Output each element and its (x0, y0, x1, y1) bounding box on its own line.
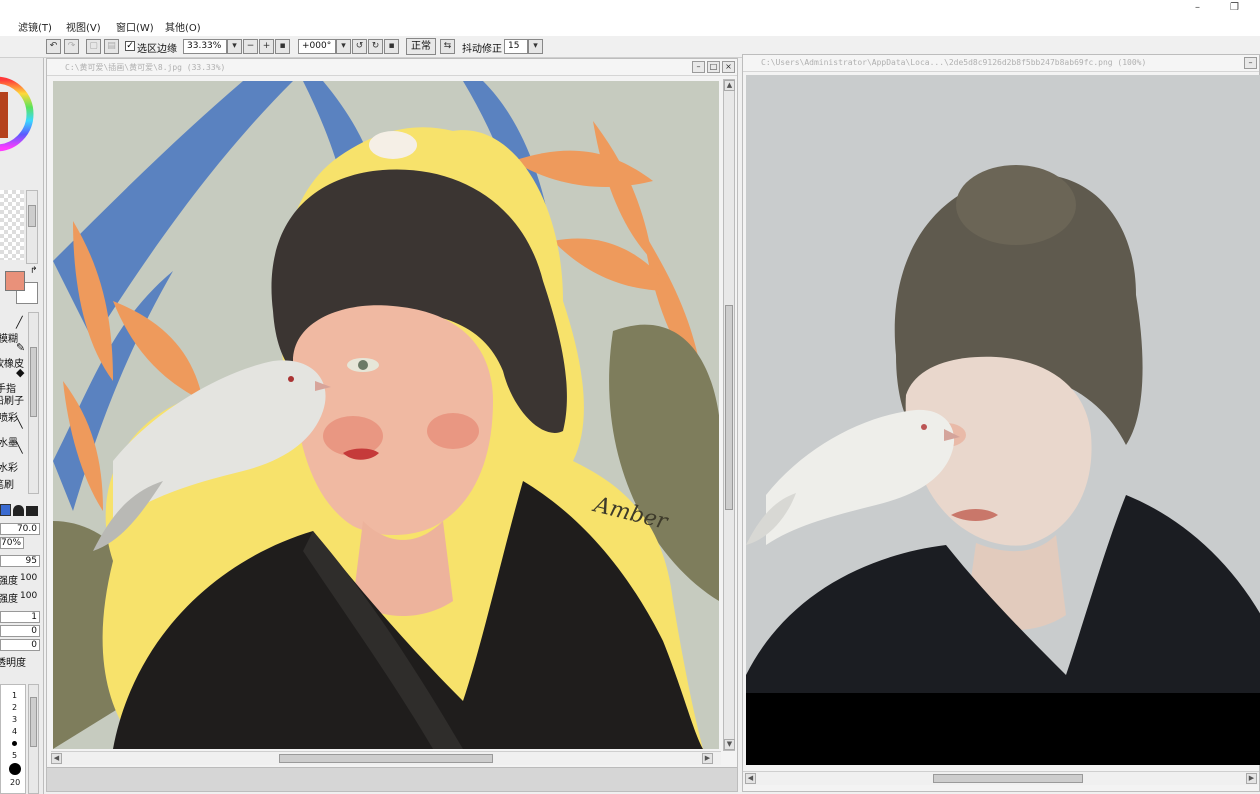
reference-horizontal-scrollbar[interactable]: ◀ ▶ (743, 771, 1259, 785)
doc-minimize-icon[interactable]: – (692, 61, 705, 73)
rotate-left-icon[interactable]: ↺ (352, 39, 367, 54)
rotate-right-icon[interactable]: ↻ (368, 39, 383, 54)
brush-size-picker[interactable]: 1 2 3 4 5 20 (0, 684, 26, 794)
color-wheel[interactable] (0, 62, 36, 162)
strength-value-2[interactable]: 100 (20, 591, 37, 601)
restore-button[interactable]: ❐ (1230, 2, 1239, 13)
stabilizer-field[interactable]: 15 (504, 39, 528, 54)
value-field-1[interactable]: 1 (0, 611, 40, 623)
eraser-tool-icon: ✎ (16, 341, 26, 354)
zoom-dropdown-icon[interactable]: ▾ (227, 39, 242, 54)
menu-other[interactable]: 其他(O) (165, 19, 201, 34)
zoom-out-icon[interactable]: − (243, 39, 258, 54)
brush-size-scrollbar[interactable] (28, 684, 39, 794)
brush-size-field[interactable]: 70.0 (0, 523, 40, 535)
tool-panel: ↱ 模糊 软橡皮 手指 铅刷子 喷彩 水墨 水彩 笔刷 ╱ ✎ ◆ ╲ ╲ 70… (0, 58, 44, 794)
color-history[interactable] (0, 190, 24, 260)
redo-icon[interactable]: ↷ (64, 39, 79, 54)
ref-horizontal-scroll-thumb[interactable] (933, 774, 1083, 783)
strength-label-2: 强度 (0, 594, 18, 605)
scroll-right-arrow-icon[interactable]: ▶ (702, 753, 713, 764)
tool-brush[interactable]: 笔刷 (0, 476, 14, 491)
zoom-in-icon[interactable]: + (259, 39, 274, 54)
strength-value-1[interactable]: 100 (20, 573, 37, 583)
zoom-reset-icon[interactable]: ▪ (275, 39, 290, 54)
size-tick[interactable]: 20 (10, 778, 20, 787)
menu-bar: 滤镜(T) 视图(V) 窗口(W) 其他(O) – ❐ (0, 0, 1260, 36)
ref-scroll-right-arrow-icon[interactable]: ▶ (1246, 773, 1257, 784)
doc-status-bar (47, 767, 737, 791)
opacity-label: 透明度 (0, 658, 26, 669)
menu-view[interactable]: 视图(V) (66, 19, 101, 34)
document-window-reference: C:\Users\Administrator\AppData\Loca...\2… (742, 54, 1260, 792)
doc-vertical-scroll-thumb[interactable] (725, 305, 733, 510)
brush-density-field[interactable]: 70% (0, 537, 24, 549)
flip-icon[interactable]: ⇆ (440, 39, 455, 54)
illustration-canvas[interactable]: Amber (53, 81, 722, 749)
stabilizer-dropdown-icon[interactable]: ▾ (528, 39, 543, 54)
canvas-area[interactable]: Amber (53, 81, 722, 749)
deselect-icon[interactable]: ▢ (86, 39, 101, 54)
menu-filter[interactable]: 滤镜(T) (18, 19, 52, 34)
selection-edge-label: 选区边缘 (137, 44, 177, 55)
brush-tool-icon: ╱ (16, 316, 23, 329)
scroll-up-arrow-icon[interactable]: ▲ (724, 80, 735, 91)
tool-list-scrollbar[interactable] (28, 312, 39, 494)
brush-tip-shapes[interactable] (0, 504, 42, 518)
document-title: C:\黄可爱\插画\黄可爱\8.jpg (33.33%) (65, 63, 226, 72)
water-tool-icon: ╲ (16, 441, 23, 454)
value-field-2[interactable]: 0 (0, 625, 40, 637)
doc-close-icon[interactable]: × (722, 61, 735, 73)
ref-scroll-left-arrow-icon[interactable]: ◀ (745, 773, 756, 784)
selection-edge-checkbox[interactable]: ✓ (125, 41, 135, 51)
doc-horizontal-scrollbar[interactable]: ◀ ▶ (51, 751, 721, 765)
zoom-field[interactable]: 33.33% (183, 39, 227, 54)
reference-title: C:\Users\Administrator\AppData\Loca...\2… (761, 58, 1147, 67)
size-dot[interactable] (9, 763, 21, 775)
value-field-3[interactable]: 0 (0, 639, 40, 651)
size-tick[interactable]: 2 (12, 703, 17, 712)
document-window-illustration: C:\黄可爱\插画\黄可爱\8.jpg (33.33%) – □ × Amber… (46, 58, 738, 792)
menu-window[interactable]: 窗口(W) (116, 19, 154, 34)
reference-image-area[interactable] (746, 75, 1260, 765)
document-titlebar: C:\黄可爱\插画\黄可爱\8.jpg (33.33%) – □ × (47, 59, 737, 76)
blend-mode-button[interactable]: 正常 (406, 38, 436, 55)
scroll-down-arrow-icon[interactable]: ▼ (724, 739, 735, 750)
strength-label-1: 强度 (0, 576, 18, 587)
minimize-button[interactable]: – (1195, 2, 1200, 13)
smudge-tool-icon: ◆ (16, 366, 25, 379)
reference-minimize-icon[interactable]: – (1244, 57, 1257, 69)
doc-horizontal-scroll-thumb[interactable] (279, 754, 493, 763)
tool-watercolor[interactable]: 水彩 (0, 459, 18, 474)
tool-list: 模糊 软橡皮 手指 铅刷子 喷彩 水墨 水彩 笔刷 (0, 310, 28, 491)
rotation-field[interactable]: +000° (298, 39, 336, 54)
size-dot[interactable] (12, 741, 17, 746)
size-tick[interactable]: 4 (12, 727, 17, 736)
size-tick[interactable]: 5 (12, 751, 17, 760)
rotation-reset-icon[interactable]: ▪ (384, 39, 399, 54)
undo-icon[interactable]: ↶ (46, 39, 61, 54)
reference-titlebar: C:\Users\Administrator\AppData\Loca...\2… (743, 55, 1259, 72)
stabilizer-label: 抖动修正 (462, 44, 502, 55)
main-color-swatch[interactable] (5, 271, 25, 291)
doc-vertical-scrollbar[interactable]: ▲ ▼ (723, 79, 735, 751)
scroll-left-arrow-icon[interactable]: ◀ (51, 753, 62, 764)
doc-maximize-icon[interactable]: □ (707, 61, 720, 73)
size-tick[interactable]: 1 (12, 691, 17, 700)
rotation-dropdown-icon[interactable]: ▾ (336, 39, 351, 54)
swap-colors-icon[interactable]: ↱ (30, 266, 38, 276)
color-history-scrollbar[interactable] (26, 190, 38, 264)
ink-tool-icon: ╲ (16, 416, 23, 429)
tool-brush-knife[interactable]: 铅刷子 (0, 392, 24, 407)
reference-photo[interactable] (746, 75, 1260, 765)
size-tick[interactable]: 3 (12, 715, 17, 724)
param-field[interactable]: 95 (0, 555, 40, 567)
invert-selection-icon[interactable]: ▤ (104, 39, 119, 54)
